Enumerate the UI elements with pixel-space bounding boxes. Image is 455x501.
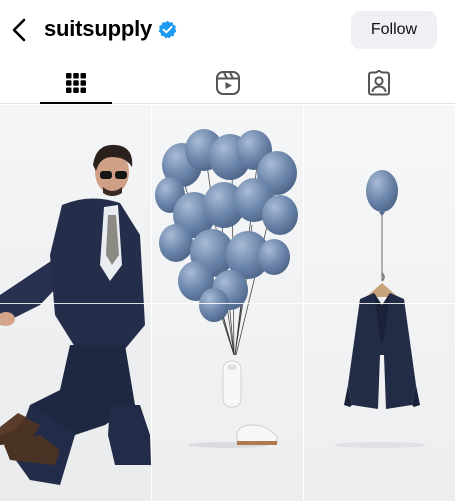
tagged-icon [368, 70, 390, 96]
reels-icon [216, 71, 240, 95]
verified-badge-icon [158, 20, 177, 38]
profile-tabs [0, 62, 455, 104]
tab-tagged[interactable] [303, 62, 455, 104]
grid-row-divider [0, 303, 455, 304]
profile-header: suitsupply Follow [0, 0, 455, 62]
grid-icon [66, 73, 86, 93]
active-tab-indicator [40, 102, 112, 104]
username-group: suitsupply [44, 16, 177, 42]
tab-reels[interactable] [152, 62, 304, 104]
posts-grid [0, 105, 455, 501]
username: suitsupply [44, 16, 153, 41]
chevron-left-icon[interactable] [8, 14, 30, 46]
tab-posts-grid[interactable] [0, 62, 152, 104]
follow-button[interactable]: Follow [351, 11, 437, 49]
